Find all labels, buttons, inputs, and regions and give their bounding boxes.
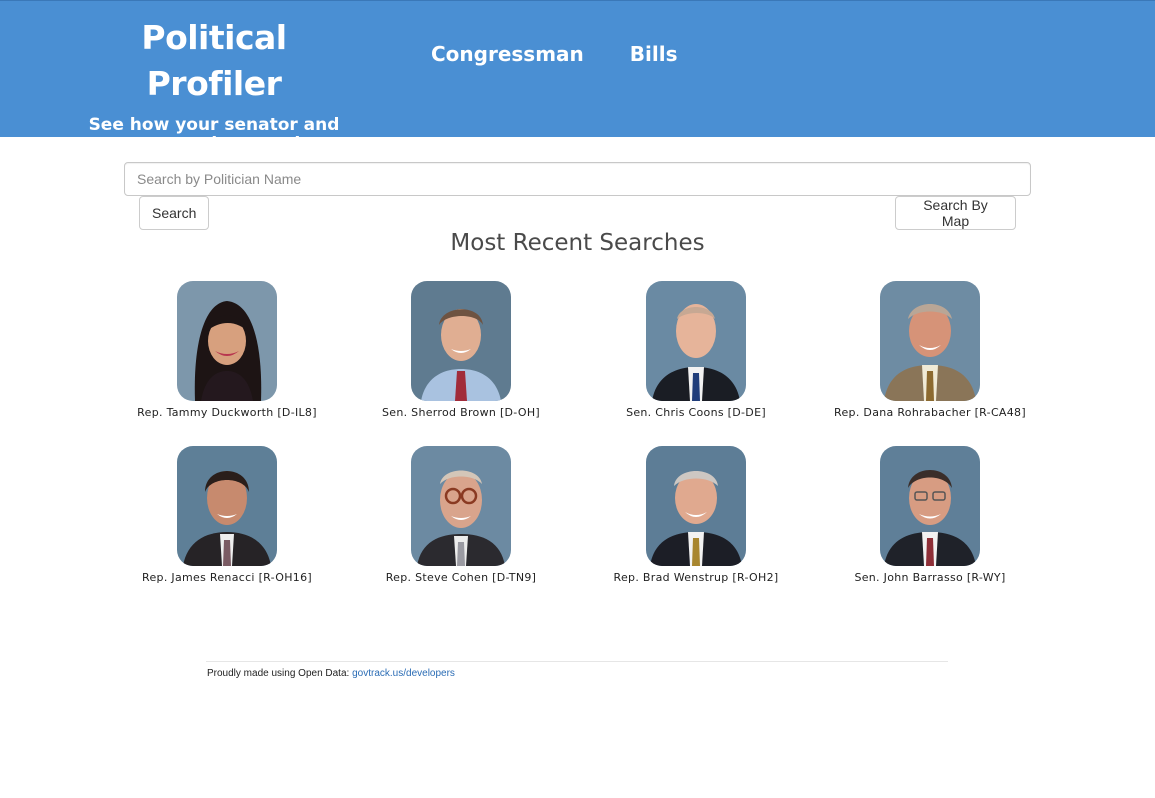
politician-card[interactable]: Rep. Tammy Duckworth [D-IL8] [110, 281, 344, 420]
footer: Proudly made using Open Data: govtrack.u… [207, 668, 455, 679]
politician-name: Rep. James Renacci [R-OH16] [142, 571, 312, 584]
search-by-map-button[interactable]: Search By Map [895, 196, 1016, 230]
govtrack-link[interactable]: govtrack.us/developers [352, 668, 455, 679]
footer-text: Proudly made using Open Data: [207, 668, 350, 679]
politician-photo[interactable] [177, 281, 277, 401]
politician-photo[interactable] [646, 281, 746, 401]
search-button[interactable]: Search [139, 196, 209, 230]
politician-card[interactable]: Rep. Dana Rohrabacher [R-CA48] [813, 281, 1047, 420]
politician-card[interactable]: Rep. Brad Wenstrup [R-OH2] [579, 446, 813, 585]
politician-name: Rep. Steve Cohen [D-TN9] [385, 571, 537, 584]
politician-name: Sen. John Barrasso [R-WY] [854, 571, 1006, 584]
politician-name: Sen. Chris Coons [D-DE] [626, 406, 766, 419]
brand: Political Profiler See how your senator … [70, 15, 358, 173]
politician-name: Rep. Tammy Duckworth [D-IL8] [137, 406, 317, 419]
politician-card[interactable]: Sen. John Barrasso [R-WY] [813, 446, 1047, 585]
politician-card[interactable]: Rep. Steve Cohen [D-TN9] [344, 446, 578, 585]
search-input[interactable] [124, 162, 1031, 196]
site-title[interactable]: Political Profiler [70, 15, 358, 107]
main-nav: Congressman Bills [431, 41, 678, 67]
politician-photo[interactable] [177, 446, 277, 566]
nav-bills[interactable]: Bills [630, 41, 678, 67]
politician-card[interactable]: Sen. Chris Coons [D-DE] [579, 281, 813, 420]
site-header: Political Profiler See how your senator … [0, 0, 1155, 173]
recent-searches-heading: Most Recent Searches [450, 230, 705, 256]
politician-card[interactable]: Sen. Sherrod Brown [D-OH] [344, 281, 578, 420]
politician-photo[interactable] [880, 281, 980, 401]
politician-name: Rep. Brad Wenstrup [R-OH2] [613, 571, 779, 584]
politician-name: Sen. Sherrod Brown [D-OH] [381, 406, 541, 419]
politician-card[interactable]: Rep. James Renacci [R-OH16] [110, 446, 344, 585]
nav-congressman[interactable]: Congressman [431, 41, 584, 67]
politician-photo[interactable] [880, 446, 980, 566]
politician-photo[interactable] [411, 281, 511, 401]
footer-divider [206, 661, 948, 662]
politician-photo[interactable] [411, 446, 511, 566]
politician-name: Rep. Dana Rohrabacher [R-CA48] [834, 406, 1026, 419]
politician-photo[interactable] [646, 446, 746, 566]
